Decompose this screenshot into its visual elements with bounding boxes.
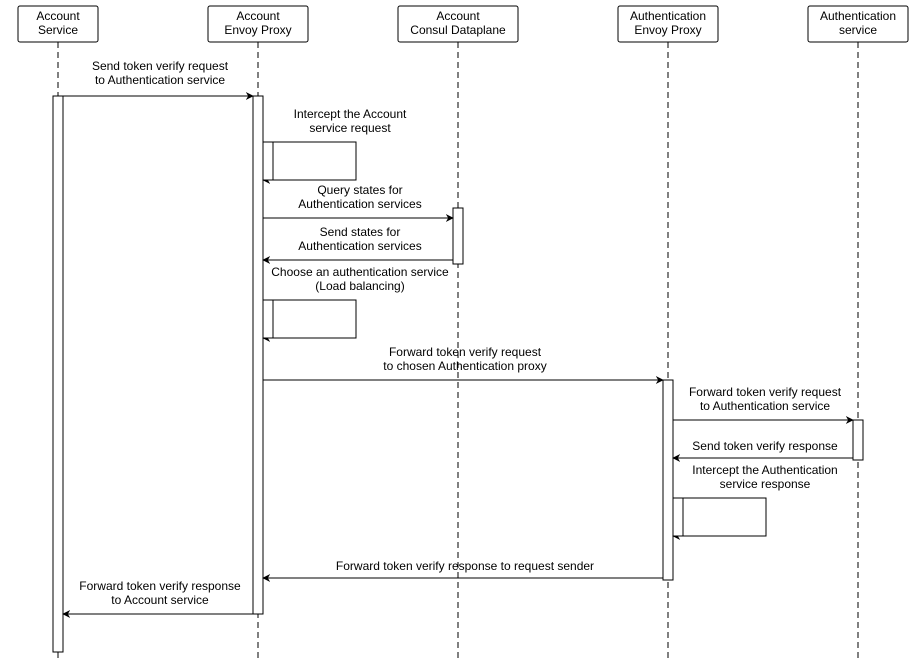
msg-forward-response-to-account: Forward token verify responseto Account … [63,579,253,614]
svg-text:Forward token verify responset: Forward token verify responseto Account … [79,579,241,607]
svg-text:Choose an authentication servi: Choose an authentication service(Load ba… [271,265,449,293]
svg-text:Send states forAuthentication: Send states forAuthentication services [298,225,421,253]
msg-send-token-verify: Send token verify requestto Authenticati… [63,59,253,96]
msg-forward-to-auth-service: Forward token verify requestto Authentic… [673,385,853,420]
msg-forward-response-to-sender: Forward token verify response to request… [263,559,663,578]
msg-forward-to-auth-proxy: Forward token verify requestto chosen Au… [263,345,663,380]
activation-account-service [53,96,63,652]
svg-text:Forward token verify response: Forward token verify response to request… [336,559,594,573]
lifeline-auth-service: Authenticationservice [808,6,908,660]
msg-intercept-account-request: Intercept the Accountservice request [263,107,407,180]
activation-auth-envoy [663,380,673,580]
svg-text:Query states forAuthentication: Query states forAuthentication services [298,183,421,211]
activation-account-consul [453,208,463,264]
svg-text:Intercept the Accountservice r: Intercept the Accountservice request [294,107,407,135]
msg-intercept-auth-response: Intercept the Authenticationservice resp… [673,463,838,536]
msg-query-states: Query states forAuthentication services [263,183,453,218]
svg-text:Forward token verify requestto: Forward token verify requestto chosen Au… [383,345,546,373]
svg-text:Intercept the Authenticationse: Intercept the Authenticationservice resp… [692,463,837,491]
sequence-diagram: AccountService AccountEnvoy Proxy Accoun… [0,0,921,662]
participant-label: AccountService [36,9,80,37]
svg-text:Send token verify response: Send token verify response [692,439,838,453]
svg-text:Send token verify requestto Au: Send token verify requestto Authenticati… [92,59,229,87]
activation-auth-service [853,420,863,460]
msg-send-states: Send states forAuthentication services [263,225,453,260]
svg-text:Forward token verify requestto: Forward token verify requestto Authentic… [689,385,842,413]
msg-send-verify-response: Send token verify response [673,439,853,458]
activation-account-envoy [253,96,263,614]
participant-label: AuthenticationEnvoy Proxy [630,9,706,37]
msg-choose-auth: Choose an authentication service(Load ba… [263,265,449,338]
